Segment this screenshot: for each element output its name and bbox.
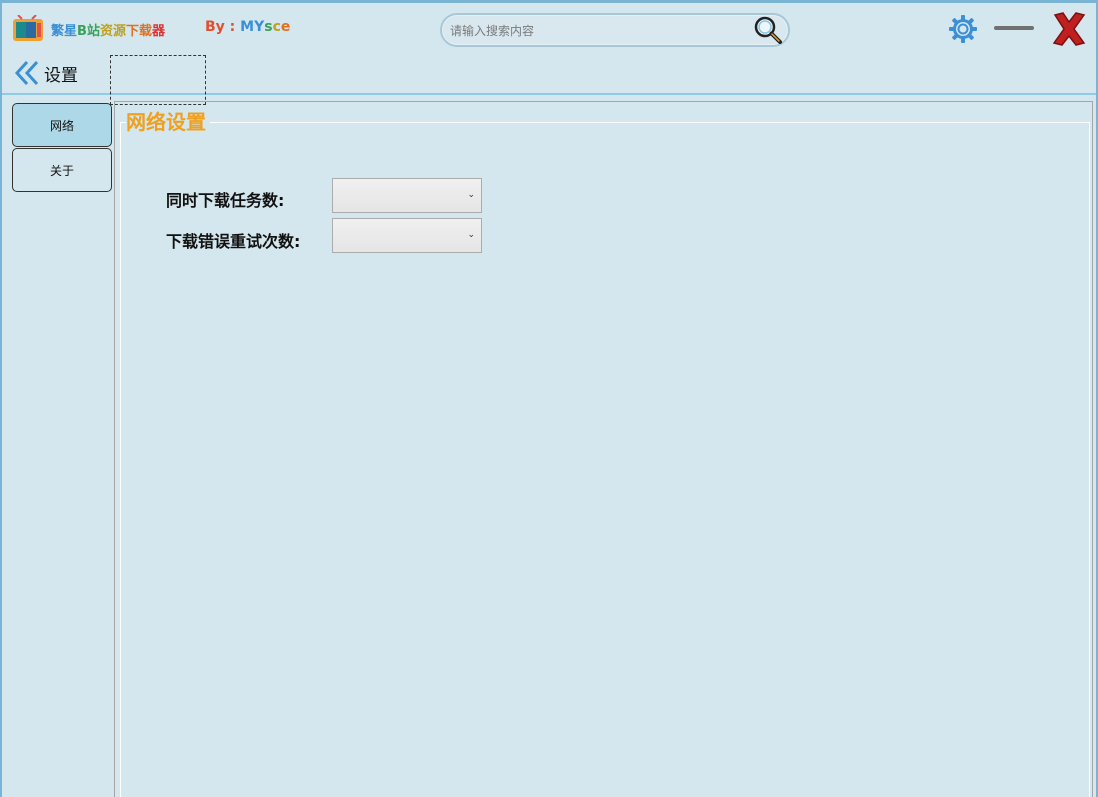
app-title-char: 下 <box>126 24 140 39</box>
app-title-char: 资 <box>99 24 113 39</box>
tv-app-icon <box>13 15 43 41</box>
network-settings-title: 网络设置 <box>126 106 210 135</box>
chevron-down-icon: ⌄ <box>467 190 475 200</box>
nav-item-label: 关于 <box>49 163 74 178</box>
minimize-icon[interactable] <box>992 15 1036 41</box>
app-title-char: 源 <box>112 24 126 39</box>
search-box <box>440 13 790 47</box>
settings-nav: 网络 关于 <box>12 103 113 193</box>
retry-count-dropdown[interactable]: ⌄ <box>332 218 482 253</box>
author-name-char: Y <box>254 19 265 35</box>
nav-item-label: 网络 <box>49 118 74 133</box>
back-button[interactable]: 设置 <box>14 59 78 87</box>
app-title-char: 繁 <box>51 24 65 39</box>
focus-rectangle <box>110 55 206 105</box>
chevron-down-icon: ⌄ <box>467 230 475 240</box>
author-label: By : MYsce <box>205 19 290 35</box>
search-input[interactable] <box>450 20 750 42</box>
author-prefix: By : <box>205 19 241 35</box>
app-title-char: 载 <box>139 24 153 39</box>
app-title-char: B <box>77 24 87 39</box>
author-name-char: c <box>272 19 281 35</box>
app-title-char: 星 <box>64 24 78 39</box>
concurrent-tasks-dropdown[interactable]: ⌄ <box>332 178 482 213</box>
retry-count-label: 下载错误重试次数: <box>166 232 301 251</box>
search-icon[interactable] <box>752 15 784 45</box>
page-title: 设置 <box>44 65 78 86</box>
nav-item-network[interactable]: 网络 <box>12 103 112 147</box>
author-name-char: M <box>240 19 255 35</box>
title-bar: 繁星B站资源下载器 By : MYsce <box>2 3 1096 49</box>
gear-icon[interactable] <box>948 14 978 44</box>
concurrent-tasks-label: 同时下载任务数: <box>166 191 285 210</box>
author-name-char: s <box>264 19 273 35</box>
close-icon[interactable] <box>1050 11 1088 47</box>
app-title-char: 站 <box>86 24 100 39</box>
app-title: 繁星B站资源下载器 <box>51 20 165 39</box>
nav-item-about[interactable]: 关于 <box>12 148 112 192</box>
network-group-box <box>120 122 1090 797</box>
app-window: 繁星B站资源下载器 By : MYsce 请输入搜索内容 设置 网络 关于 网络… <box>0 0 1098 797</box>
double-chevron-left-icon <box>14 60 39 86</box>
sub-header: 设置 <box>2 49 1096 105</box>
author-name-char: e <box>280 19 291 35</box>
app-title-char: 器 <box>152 24 166 39</box>
